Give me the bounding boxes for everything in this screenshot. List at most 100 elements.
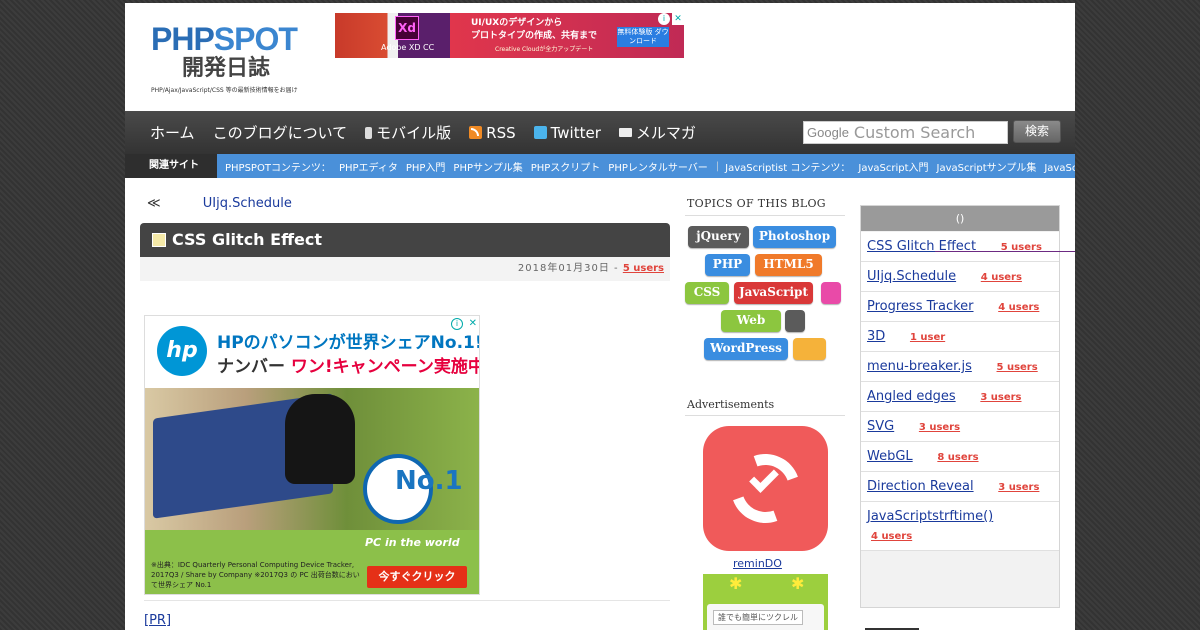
topic-tag[interactable] <box>821 282 841 304</box>
ads-title: Advertisements <box>687 398 775 411</box>
hatena-users-badge[interactable]: 4 users <box>998 302 1039 313</box>
pr-link[interactable]: [PR] <box>144 613 171 628</box>
popular-post-link[interactable]: Progress Tracker <box>867 299 974 314</box>
topic-tag[interactable]: PHP <box>705 254 750 276</box>
php-contents-heading: PHPSPOTコンテンツ： <box>225 162 331 174</box>
popular-post-link[interactable]: WebGL <box>867 449 913 464</box>
remindo-app-link[interactable]: reminDO <box>733 557 782 570</box>
topic-tag[interactable]: JavaScript <box>734 282 813 304</box>
subnav-link[interactable]: PHP入門 <box>406 159 446 174</box>
list-item: WebGL 8 users <box>861 442 1059 472</box>
nav-item-rss[interactable]: RSS <box>469 124 516 142</box>
list-item: 3D 1 user <box>861 322 1059 352</box>
nav-item-mailmag[interactable]: メルマガ <box>618 122 696 143</box>
search-placeholder: Custom Search <box>853 123 976 142</box>
ad-info-icon[interactable]: i <box>658 13 670 25</box>
page: PHPSPOT 開発日誌 PHP/Ajax/JavaScript/CSS 等の最… <box>125 3 1075 630</box>
list-item: Direction Reveal 3 users <box>861 472 1059 502</box>
memo-icon <box>152 233 166 247</box>
main-nav: ホーム このブログについて モバイル版 RSS Twitter メルマガ Goo… <box>125 111 1075 154</box>
prev-post-link[interactable]: UIjq.Schedule <box>203 196 292 211</box>
nav-item-home[interactable]: ホーム <box>150 122 195 143</box>
hatena-users-badge[interactable]: 4 users <box>981 272 1022 283</box>
related-sites-bar: 関連サイト PHPSPOTコンテンツ： PHPエディタ PHP入門 PHPサンプ… <box>125 154 1075 178</box>
topic-tag[interactable] <box>793 338 826 360</box>
second-app-ad[interactable]: ✱ ✱ 誰でも簡単にツクレル <box>703 574 828 630</box>
site-logo[interactable]: PHPSPOT 開発日誌 PHP/Ajax/JavaScript/CSS 等の最… <box>151 23 307 99</box>
hatena-users-badge[interactable]: 5 users <box>997 362 1038 373</box>
ad-download-button[interactable]: 無料体験版 ダウンロード <box>617 27 669 47</box>
remindo-app-icon[interactable] <box>703 426 828 551</box>
related-sites-links: PHPSPOTコンテンツ： PHPエディタ PHP入門 PHPサンプル集 PHP… <box>225 154 1075 178</box>
link-padding <box>974 477 995 496</box>
subnav-link[interactable]: JavaScriptリファレンス <box>1044 159 1075 174</box>
hp-ad-header: hp HPのパソコンが世界シェアNo.1! ナンバー ワン!キャンペーン実施中 <box>145 316 479 388</box>
dog-image <box>285 394 355 484</box>
hatena-users-badge[interactable]: 4 users <box>871 531 912 542</box>
divider <box>935 251 1075 252</box>
popular-posts-list: CSS Glitch Effect 5 users UIjq.Schedule 4… <box>861 232 1059 551</box>
hatena-users-badge[interactable]: 5 users <box>623 263 664 274</box>
nav-item-about[interactable]: このブログについて <box>213 122 348 143</box>
list-item: Angled edges 3 users <box>861 382 1059 412</box>
list-item: UIjq.Schedule 4 users <box>861 262 1059 292</box>
star-icon: ✱ <box>791 574 805 593</box>
hatena-users-badge[interactable]: 3 users <box>919 422 960 433</box>
popular-post-link[interactable]: 3D <box>867 329 885 344</box>
hatena-users-badge[interactable]: 8 users <box>937 452 978 463</box>
hp-ad-source-note: ※出典：IDC Quarterly Personal Computing Dev… <box>151 561 360 589</box>
topic-tag[interactable]: HTML5 <box>755 254 822 276</box>
topic-tag[interactable]: WordPress <box>704 338 788 360</box>
subnav-link[interactable]: PHPレンタルサーバー <box>608 159 707 174</box>
link-padding <box>885 327 906 346</box>
hatena-users-badge[interactable]: 3 users <box>980 392 1021 403</box>
subnav-link[interactable]: PHPスクリプト <box>531 159 601 174</box>
subnav-link[interactable]: PHPエディタ <box>339 159 398 174</box>
nav-item-mobile[interactable]: モバイル版 <box>365 122 451 143</box>
logo-wordmark: PHPSPOT <box>151 21 298 57</box>
logo-tagline: PHP/Ajax/JavaScript/CSS 等の最新技術情報をお届け <box>151 87 298 94</box>
link-padding <box>993 507 1014 526</box>
prev-arrow-icon[interactable]: ≪ <box>147 196 161 211</box>
divider <box>685 415 845 416</box>
ad-info-icon[interactable]: i <box>451 318 463 330</box>
adobe-xd-banner-ad[interactable]: Xd Adobe XD CC UI/UXのデザインから プロトタイプの作成、共有ま… <box>335 13 684 58</box>
topic-tag[interactable]: Web <box>721 310 781 332</box>
topic-tag[interactable]: jQuery <box>688 226 749 248</box>
ad-subtext: Creative Cloudが全力アップデート <box>495 46 594 53</box>
link-padding <box>956 267 977 286</box>
mobile-icon <box>365 126 373 139</box>
subnav-link[interactable]: PHPサンプル集 <box>453 159 522 174</box>
hp-ad-cta-button[interactable]: 今すぐクリック <box>367 566 467 588</box>
popular-post-link[interactable]: JavaScriptstrftime() <box>867 509 993 524</box>
topic-tag[interactable]: CSS <box>685 282 729 304</box>
popular-post-link[interactable]: menu-breaker.js <box>867 359 972 374</box>
meta-separator: - <box>614 263 619 274</box>
link-padding <box>976 237 997 256</box>
popular-post-link[interactable]: Direction Reveal <box>867 479 974 494</box>
popular-post-link[interactable]: Angled edges <box>867 389 956 404</box>
search-button[interactable]: 検索 <box>1013 120 1061 143</box>
popular-post-link[interactable]: UIjq.Schedule <box>867 269 956 284</box>
google-brand-label: Google <box>807 125 849 140</box>
link-padding <box>974 297 995 316</box>
nav-item-twitter[interactable]: Twitter <box>533 124 601 142</box>
popular-post-link[interactable]: SVG <box>867 419 894 434</box>
rss-icon <box>469 126 483 139</box>
hatena-users-badge[interactable]: 1 user <box>910 332 945 343</box>
no1-badge: No.1 <box>395 466 463 496</box>
hatena-users-badge[interactable]: 3 users <box>998 482 1039 493</box>
app-card-text: 誰でも簡単にツクレル <box>713 610 803 625</box>
list-item: menu-breaker.js 5 users <box>861 352 1059 382</box>
hp-display-ad[interactable]: hp HPのパソコンが世界シェアNo.1! ナンバー ワン!キャンペーン実施中 … <box>144 315 480 595</box>
ad-close-icon[interactable]: ✕ <box>672 13 684 25</box>
ad-close-icon[interactable]: ✕ <box>469 318 477 329</box>
topic-tag[interactable] <box>785 310 805 332</box>
hp-logo-icon: hp <box>157 326 207 376</box>
topic-tag[interactable]: Photoshop <box>753 226 836 248</box>
post-title[interactable]: CSS Glitch Effect <box>172 230 322 249</box>
list-item: SVG 3 users <box>861 412 1059 442</box>
search-input[interactable]: Google Custom Search <box>803 121 1008 144</box>
subnav-link[interactable]: JavaScript入門 <box>858 159 928 174</box>
subnav-link[interactable]: JavaScriptサンプル集 <box>937 159 1037 174</box>
